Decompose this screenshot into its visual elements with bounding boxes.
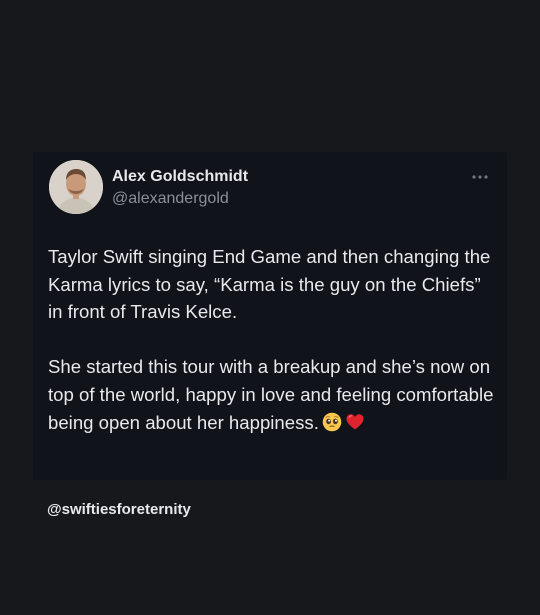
avatar[interactable] <box>49 160 103 214</box>
more-horizontal-icon[interactable] <box>471 168 489 179</box>
red-heart-emoji <box>345 412 365 432</box>
author-name[interactable]: Alex Goldschmidt <box>112 167 248 187</box>
credit-handle: @swiftiesforeternity <box>47 501 191 518</box>
tweet-card: Alex Goldschmidt @alexandergold Taylor S… <box>33 152 507 480</box>
tweet-paragraph: She started this tour with a breakup and… <box>48 353 498 436</box>
tweet-paragraph-text: She started this tour with a breakup and… <box>48 356 494 433</box>
pleading-face-emoji <box>322 412 342 432</box>
author-handle[interactable]: @alexandergold <box>112 189 229 209</box>
tweet-paragraph: Taylor Swift singing End Game and then c… <box>48 246 491 323</box>
tweet-text: Taylor Swift singing End Game and then c… <box>48 243 498 436</box>
